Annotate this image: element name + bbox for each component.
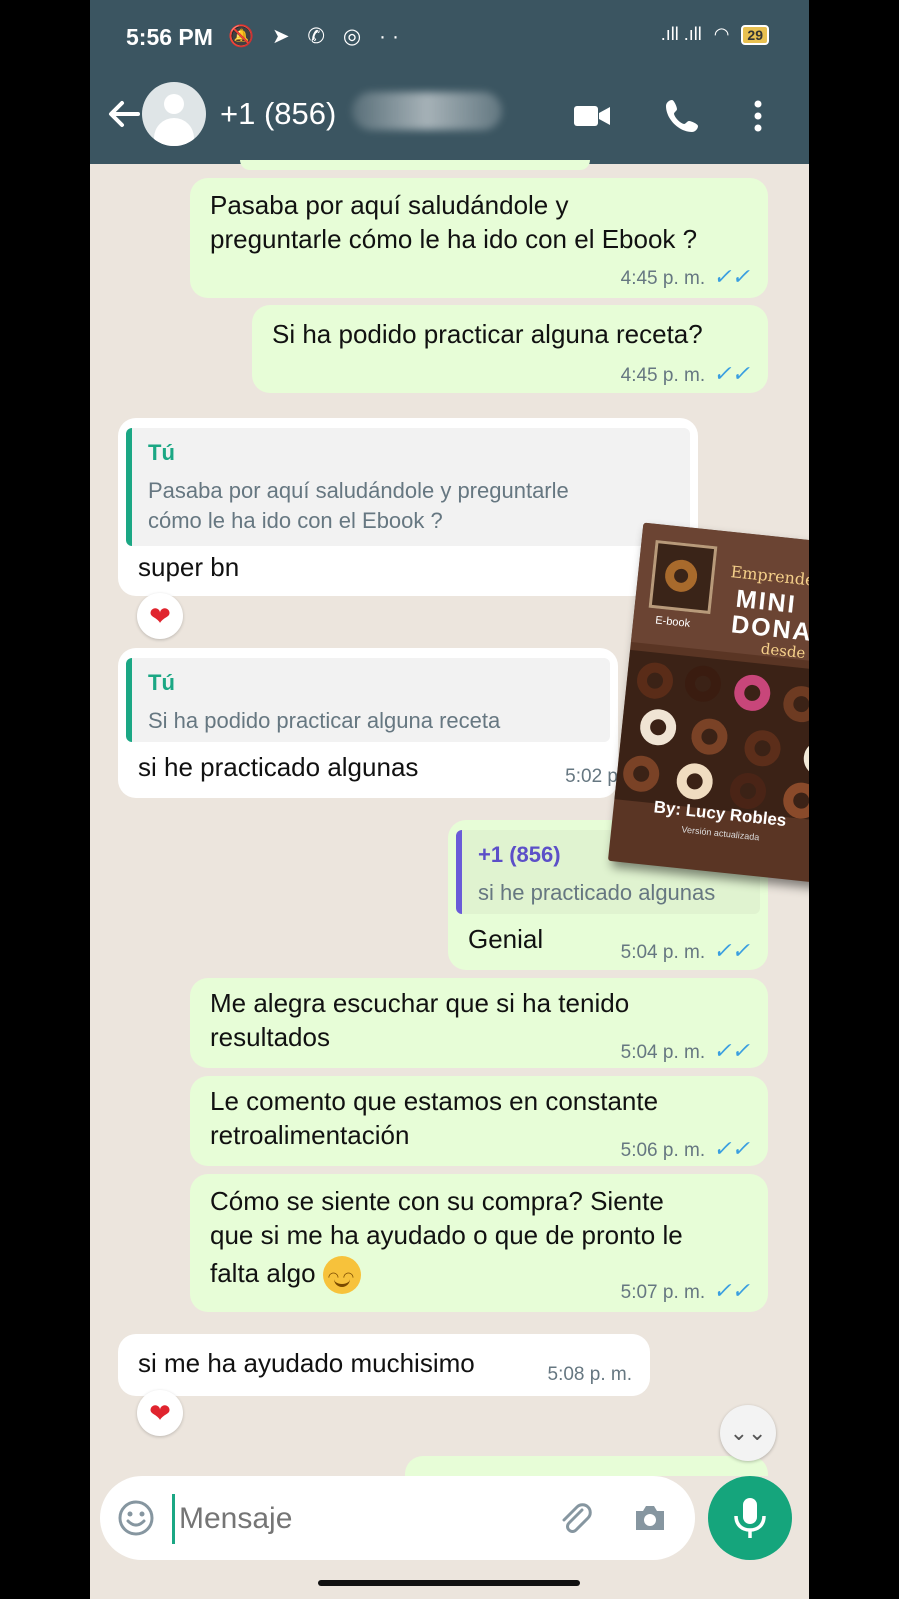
whatsapp-screen: 5:56 PM 🔕 ➤ ✆ ◎ ·· .ıll .ıll ◠ 29 +1 (85… [90, 0, 809, 1599]
message-outgoing[interactable]: Pasaba por aquí saludándole y preguntarl… [190, 178, 768, 298]
top-bar: 5:56 PM 🔕 ➤ ✆ ◎ ·· .ıll .ıll ◠ 29 +1 (85… [90, 0, 809, 164]
quote-author: Tú [148, 440, 175, 465]
message-text-line: Me alegra escuchar que si ha tenido [210, 988, 630, 1018]
home-gesture-bar[interactable] [318, 1580, 580, 1586]
message-time: 4:45 p. m. [620, 268, 706, 289]
message-outgoing[interactable]: Cómo se siente con su compra? Siente que… [190, 1174, 768, 1312]
message-text-line: Si ha podido practicar alguna receta? [272, 319, 703, 349]
message-time: 5:06 p. m. [620, 1140, 706, 1161]
message-text-line: Cómo se siente con su compra? Siente [210, 1186, 664, 1216]
battery-icon: 29 [741, 24, 769, 45]
quote-author: Tú [148, 670, 175, 695]
message-outgoing[interactable]: Me alegra escuchar que si ha tenido resu… [190, 978, 768, 1068]
ebook-cover-image[interactable]: E-book Emprende con MINI DONAS desde cas… [607, 522, 809, 888]
back-arrow-icon[interactable] [104, 94, 144, 134]
message-meta: 5:06 p. m. ✓✓ [621, 1136, 750, 1162]
donut-thumbnail [648, 539, 718, 615]
status-time: 5:56 PM [126, 24, 213, 50]
redacted-number-blur [352, 92, 502, 130]
message-incoming[interactable]: Tú Si ha podido practicar alguna receta … [118, 648, 618, 798]
video-call-icon[interactable] [572, 96, 612, 136]
message-text-line: resultados [210, 1022, 330, 1052]
message-meta: 5:04 p. m. ✓✓ [621, 1038, 750, 1064]
message-outgoing[interactable]: Si ha podido practicar alguna receta? 4:… [252, 305, 768, 393]
message-incoming[interactable]: si me ha ayudado muchisimo 5:08 p. m. [118, 1334, 650, 1396]
status-bar: 5:56 PM 🔕 ➤ ✆ ◎ ·· .ıll .ıll ◠ 29 [90, 0, 809, 74]
message-time: 5:02 p [565, 766, 618, 787]
quoted-message[interactable]: Tú Pasaba por aquí saludándole y pregunt… [126, 428, 690, 546]
message-time: 5:07 p. m. [620, 1282, 706, 1303]
message-text-line: Pasaba por aquí saludándole y [210, 190, 569, 220]
quoted-message[interactable]: Tú Si ha podido practicar alguna receta [126, 658, 610, 742]
message-text-line: preguntarle cómo le ha ido con el Ebook … [210, 224, 698, 254]
ebook-title-line: desde casa [760, 639, 809, 667]
scroll-to-bottom-button[interactable]: ⌄⌄ [720, 1405, 776, 1461]
microphone-icon [734, 1498, 766, 1538]
message-meta: 5:07 p. m. ✓✓ [621, 1278, 750, 1304]
message-text-line: retroalimentación [210, 1120, 410, 1150]
emoji-icon[interactable] [116, 1498, 156, 1538]
message-text: si me ha ayudado muchisimo [138, 1348, 475, 1378]
message-meta: 5:04 p. m. ✓✓ [621, 938, 750, 964]
message-text-line: falta algo [210, 1256, 361, 1295]
avatar[interactable] [142, 82, 206, 146]
read-ticks-icon: ✓✓ [713, 1038, 750, 1063]
quote-text-line: si he practicado algunas [478, 880, 716, 905]
notification-icons: 🔕 ➤ ✆ ◎ ·· [228, 25, 405, 48]
attach-icon[interactable] [555, 1498, 595, 1538]
message-text-line: Le comento que estamos en constante [210, 1086, 659, 1116]
message-text: Genial [468, 924, 544, 954]
message-time: 5:04 p. m. [620, 942, 706, 963]
phone-call-icon[interactable] [662, 96, 702, 136]
smiling-emoji-icon [322, 1256, 361, 1295]
message-text: super bn [138, 552, 240, 582]
next-message-fragment [405, 1456, 768, 1476]
heart-reaction-icon[interactable]: ❤ [137, 1390, 183, 1436]
read-ticks-icon: ✓✓ [713, 1278, 750, 1303]
chat-header: +1 (856) [90, 74, 809, 164]
status-right-icons: .ıll .ıll ◠ 29 [661, 24, 769, 45]
message-text: si he practicado algunas [138, 752, 419, 782]
previous-message-fragment [240, 160, 590, 170]
quote-text-line: Pasaba por aquí saludándole y preguntarl… [148, 478, 569, 503]
message-time: 5:08 p. m. [547, 1364, 633, 1385]
message-input[interactable] [172, 1494, 541, 1544]
quote-text-line: cómo le ha ido con el Ebook ? [148, 508, 443, 533]
message-meta: 4:45 p. m. ✓✓ [621, 264, 750, 290]
message-time: 4:45 p. m. [620, 365, 706, 386]
system-nav-bar [90, 1570, 809, 1599]
message-meta: 4:45 p. m. ✓✓ [621, 361, 750, 387]
message-composer [100, 1476, 695, 1560]
wifi-icon: ◠ [713, 24, 730, 44]
message-incoming[interactable]: Tú Pasaba por aquí saludándole y pregunt… [118, 418, 698, 596]
contact-name[interactable]: +1 (856) [220, 96, 336, 132]
read-ticks-icon: ✓✓ [713, 1136, 750, 1161]
read-ticks-icon: ✓✓ [713, 361, 750, 386]
camera-icon[interactable] [630, 1498, 670, 1538]
heart-reaction-icon[interactable]: ❤ [137, 593, 183, 639]
read-ticks-icon: ✓✓ [713, 938, 750, 963]
message-outgoing[interactable]: Le comento que estamos en constante retr… [190, 1076, 768, 1166]
more-vert-icon[interactable] [738, 96, 778, 136]
signal-icon: .ıll .ıll [660, 24, 702, 44]
quote-text-line: Si ha podido practicar alguna receta [148, 708, 501, 733]
donuts-photo [614, 649, 809, 826]
microphone-button[interactable] [708, 1476, 792, 1560]
read-ticks-icon: ✓✓ [713, 264, 750, 289]
message-text-line: que si me ha ayudado o que de pronto le [210, 1220, 683, 1250]
quote-author: +1 (856) [478, 842, 561, 867]
message-time: 5:04 p. m. [620, 1042, 706, 1063]
